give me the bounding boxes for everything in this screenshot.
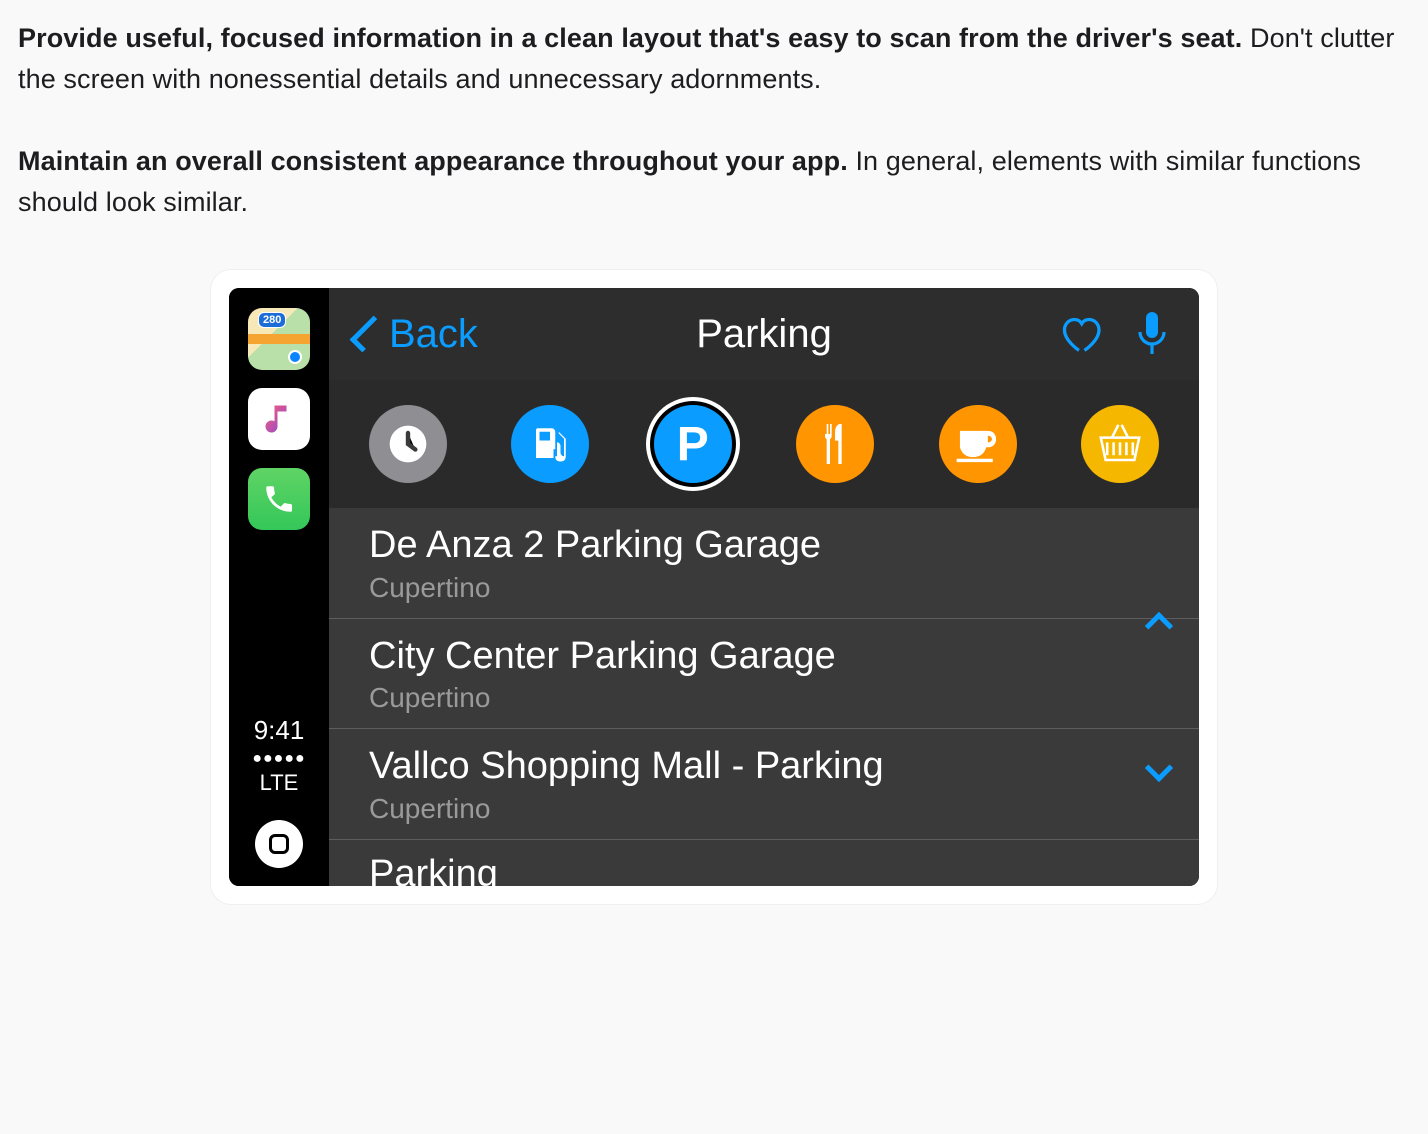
microphone-icon [1135,310,1169,358]
results-list[interactable]: De Anza 2 Parking Garage Cupertino City … [329,508,1199,886]
category-parking-button[interactable]: P [654,405,732,483]
scroll-up-button[interactable] [1139,606,1179,646]
list-item-partial[interactable]: Parking [329,840,1199,887]
heart-icon [1057,314,1101,354]
location-dot-icon [288,350,302,364]
favorite-button[interactable] [1057,314,1101,354]
music-app-icon[interactable] [248,388,310,450]
back-button[interactable]: Back [359,312,478,357]
status-block: 9:41 ●●●●● LTE [252,715,305,796]
signal-strength-icon: ●●●●● [252,750,305,768]
parking-icon: P [677,417,709,472]
chevron-up-icon [1145,612,1173,640]
category-recent-button[interactable] [369,405,447,483]
status-time: 9:41 [252,715,305,746]
maps-app-icon[interactable] [248,308,310,370]
list-item[interactable]: City Center Parking Garage Cupertino [329,619,1199,730]
fork-knife-icon [815,422,855,466]
category-shopping-button[interactable] [1081,405,1159,483]
navbar-actions [1057,310,1169,358]
guideline-2-bold: Maintain an overall consistent appearanc… [18,146,848,176]
result-title: City Center Parking Garage [369,633,1159,681]
result-subtitle: Cupertino [369,793,1159,825]
home-button[interactable] [255,820,303,868]
page-title: Parking [696,312,832,357]
result-title: Vallco Shopping Mall - Parking [369,743,1159,791]
carplay-screenshot-frame: 9:41 ●●●●● LTE Back Parking [211,270,1217,904]
shopping-basket-icon [1096,423,1144,465]
list-item[interactable]: De Anza 2 Parking Garage Cupertino [329,508,1199,619]
result-subtitle: Cupertino [369,572,1159,604]
network-label: LTE [252,770,305,796]
music-note-icon [261,401,297,437]
category-coffee-button[interactable] [939,405,1017,483]
chevron-down-icon [1145,754,1173,782]
carplay-main: Back Parking [329,288,1199,886]
guideline-paragraph-2: Maintain an overall consistent appearanc… [18,141,1398,222]
clock-icon [386,422,430,466]
carplay-screen: 9:41 ●●●●● LTE Back Parking [229,288,1199,886]
result-subtitle: Cupertino [369,682,1159,714]
category-gas-button[interactable] [511,405,589,483]
category-food-button[interactable] [796,405,874,483]
phone-app-icon[interactable] [248,468,310,530]
result-title: De Anza 2 Parking Garage [369,522,1159,570]
carplay-sidebar: 9:41 ●●●●● LTE [229,288,329,886]
list-item[interactable]: Vallco Shopping Mall - Parking Cupertino [329,729,1199,840]
navbar: Back Parking [329,288,1199,380]
home-icon [269,834,289,854]
back-label: Back [389,312,478,357]
voice-button[interactable] [1135,310,1169,358]
scroll-down-button[interactable] [1139,748,1179,788]
gas-pump-icon [529,423,571,465]
phone-handset-icon [262,482,296,516]
chevron-left-icon [350,316,387,353]
category-row: P [329,380,1199,508]
guideline-paragraph-1: Provide useful, focused information in a… [18,18,1398,99]
guideline-1-bold: Provide useful, focused information in a… [18,23,1242,53]
coffee-cup-icon [955,425,1001,463]
